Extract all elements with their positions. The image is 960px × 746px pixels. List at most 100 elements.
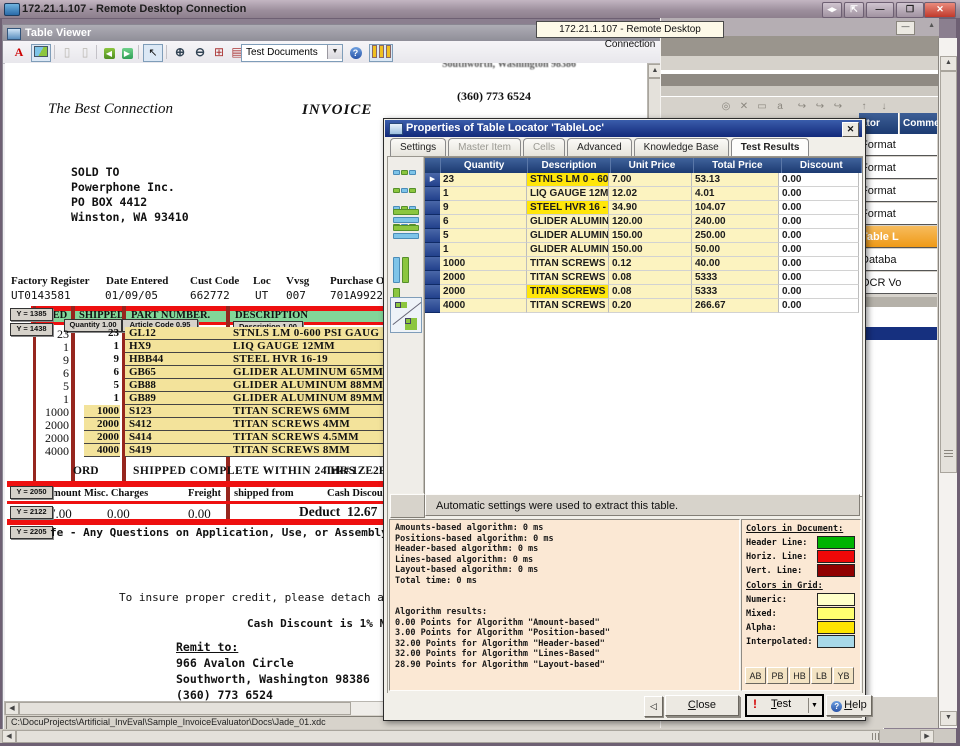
minimize-button[interactable]: — bbox=[866, 2, 894, 18]
document-combo[interactable]: Test Documents ▼ bbox=[241, 44, 343, 62]
separator bbox=[138, 45, 139, 59]
result-row[interactable]: 1LIQ GAUGE 12MM12.024.010.00 bbox=[425, 187, 862, 201]
delete-icon[interactable]: ✕ bbox=[737, 100, 751, 114]
mixed-view-icon[interactable] bbox=[390, 297, 422, 333]
legend-item: Numeric: bbox=[742, 593, 860, 607]
next-doc-icon[interactable]: ▶ bbox=[119, 44, 135, 60]
tab-settings[interactable]: Settings bbox=[390, 138, 446, 156]
tab-master-item[interactable]: Master Item bbox=[448, 138, 521, 156]
pb-button[interactable]: PB bbox=[767, 667, 788, 684]
scroll-right-icon[interactable]: ▶ bbox=[920, 730, 934, 743]
w2-selected-item[interactable] bbox=[859, 327, 937, 340]
tab-advanced[interactable]: Advanced bbox=[567, 138, 631, 156]
y-marker-label: Y = 2122 bbox=[10, 506, 53, 519]
fit-window-icon[interactable]: ⊞ bbox=[211, 44, 227, 60]
rdp-title-bar[interactable]: 172.21.1.107 - Remote Desktop Connection… bbox=[0, 0, 960, 19]
import-icon[interactable]: ↪ bbox=[813, 100, 827, 114]
move-up-icon[interactable]: ↑ bbox=[857, 100, 871, 114]
scroll-up-icon[interactable]: ▲ bbox=[940, 56, 957, 71]
move-down-icon[interactable]: ↓ bbox=[877, 100, 891, 114]
header-unit-price[interactable]: Unit Price bbox=[611, 158, 694, 173]
locator-row[interactable]: Format bbox=[859, 157, 937, 179]
close-button[interactable]: Close bbox=[665, 695, 739, 716]
rdp-send-button[interactable]: ⇱ bbox=[844, 2, 864, 18]
tab-knowledge-base[interactable]: Knowledge Base bbox=[634, 138, 729, 156]
horiz-line-swatch bbox=[817, 550, 855, 563]
export-icon[interactable]: ↪ bbox=[795, 100, 809, 114]
locator-row[interactable]: Table L bbox=[859, 226, 937, 248]
rows-view-icon[interactable] bbox=[393, 209, 419, 241]
close-icon[interactable]: ✕ bbox=[842, 122, 859, 137]
locator-row[interactable]: Databa bbox=[859, 249, 937, 271]
zoom-in-icon[interactable]: ⊕ bbox=[171, 44, 189, 60]
test-dropdown-icon[interactable]: ▼ bbox=[808, 698, 820, 713]
locator-row[interactable]: Format bbox=[859, 180, 937, 202]
invoice-title: INVOICE bbox=[302, 102, 372, 119]
test-label: Test bbox=[771, 698, 791, 710]
result-row[interactable]: 2000TITAN SCREWS 4.0.0853330.00 bbox=[425, 285, 862, 299]
ab-button[interactable]: AB bbox=[745, 667, 766, 684]
header-description[interactable]: Description bbox=[528, 158, 610, 173]
header-discount[interactable]: Discount bbox=[782, 158, 862, 173]
extraction-status-note: Automatic settings were used to extract … bbox=[425, 494, 860, 516]
prev-result-button[interactable]: ◁ bbox=[644, 696, 663, 717]
hb-button[interactable]: HB bbox=[789, 667, 810, 684]
result-row[interactable]: 2000TITAN SCREWS 40.0853330.00 bbox=[425, 271, 862, 285]
chevron-down-icon[interactable]: ▼ bbox=[327, 45, 342, 59]
prev-page-icon[interactable]: ▯ bbox=[59, 44, 75, 60]
w2-band bbox=[661, 36, 939, 56]
result-row[interactable]: 4000TITAN SCREWS 80.20266.670.00 bbox=[425, 299, 862, 313]
header-total-price[interactable]: Total Price bbox=[694, 158, 781, 173]
w2-minimize-button[interactable]: — bbox=[896, 21, 915, 35]
interpolated-swatch bbox=[817, 635, 855, 648]
result-row[interactable]: 9STEEL HVR 16 - 1934.90104.070.00 bbox=[425, 201, 862, 215]
exclamation-icon: ! bbox=[753, 697, 757, 711]
find-icon[interactable]: ◎ bbox=[719, 100, 733, 114]
next-page-icon[interactable]: ▯ bbox=[77, 44, 93, 60]
locator-row[interactable]: OCR Vo bbox=[859, 272, 937, 294]
find-text-icon[interactable]: a bbox=[773, 100, 787, 114]
tab-test-results[interactable]: Test Results bbox=[731, 138, 810, 158]
zoom-out-icon[interactable]: ⊖ bbox=[191, 44, 209, 60]
help-button[interactable]: ?Help bbox=[826, 695, 872, 716]
dialog-title-bar[interactable]: Properties of Table Locator 'TableLoc' ✕ bbox=[385, 120, 862, 137]
tab-cells[interactable]: Cells bbox=[523, 138, 565, 156]
close-button[interactable]: ✕ bbox=[924, 2, 956, 18]
prev-doc-icon[interactable]: ◀ bbox=[101, 44, 117, 60]
scroll-thumb[interactable] bbox=[940, 71, 957, 473]
result-row[interactable]: 1000TITAN SCREWS 60.1240.000.00 bbox=[425, 257, 862, 271]
rdp-pin-button[interactable]: ◂▸ bbox=[822, 2, 842, 18]
result-row[interactable]: 5GLIDER ALUMINU150.00250.000.00 bbox=[425, 229, 862, 243]
lb-button[interactable]: LB bbox=[811, 667, 832, 684]
image-view-icon[interactable] bbox=[31, 44, 51, 62]
locator-row[interactable]: Format bbox=[859, 203, 937, 225]
colors-legend-panel: Colors in Document: Header Line: Horiz. … bbox=[741, 519, 861, 691]
scroll-down-icon[interactable]: ▼ bbox=[940, 711, 957, 726]
alpha-swatch bbox=[817, 621, 855, 634]
select-cursor-icon[interactable]: ↖ bbox=[143, 44, 163, 62]
session-hscrollbar[interactable]: ◀ ▶ bbox=[0, 729, 956, 743]
header-quantity[interactable]: Quantity bbox=[441, 158, 528, 173]
test-button[interactable]: ! Test ▼ bbox=[745, 694, 824, 717]
scroll-left-icon[interactable]: ◀ bbox=[5, 702, 19, 715]
result-row[interactable]: 6GLIDER ALUMINU120.00240.000.00 bbox=[425, 215, 862, 229]
result-row[interactable]: 1GLIDER ALUMINU150.0050.000.00 bbox=[425, 243, 862, 257]
help-icon[interactable]: ? bbox=[347, 44, 364, 60]
properties-icon[interactable]: ▭ bbox=[755, 100, 769, 114]
session-vscrollbar[interactable]: ▲ ▼ bbox=[938, 38, 957, 728]
scroll-up-icon[interactable]: ▲ bbox=[928, 22, 935, 29]
scroll-left-icon[interactable]: ◀ bbox=[2, 730, 16, 743]
thumb-grip bbox=[872, 733, 873, 740]
comment-col-header[interactable]: Commen bbox=[900, 113, 937, 134]
scroll-thumb[interactable] bbox=[16, 730, 880, 743]
font-tool-icon[interactable]: A bbox=[11, 44, 27, 60]
restore-button[interactable]: ❐ bbox=[896, 2, 924, 18]
totals-header: Misc. Charges bbox=[84, 488, 148, 499]
scroll-thumb[interactable] bbox=[19, 702, 351, 715]
result-row[interactable]: ▶23STNLS LM 0 - 6007.0053.130.00 bbox=[425, 173, 862, 187]
yb-button[interactable]: YB bbox=[833, 667, 854, 684]
send-icon[interactable]: ↪ bbox=[831, 100, 845, 114]
locator-row[interactable]: Format bbox=[859, 134, 937, 156]
columns-icon[interactable] bbox=[369, 44, 393, 62]
help-label-text: elp bbox=[852, 699, 867, 711]
